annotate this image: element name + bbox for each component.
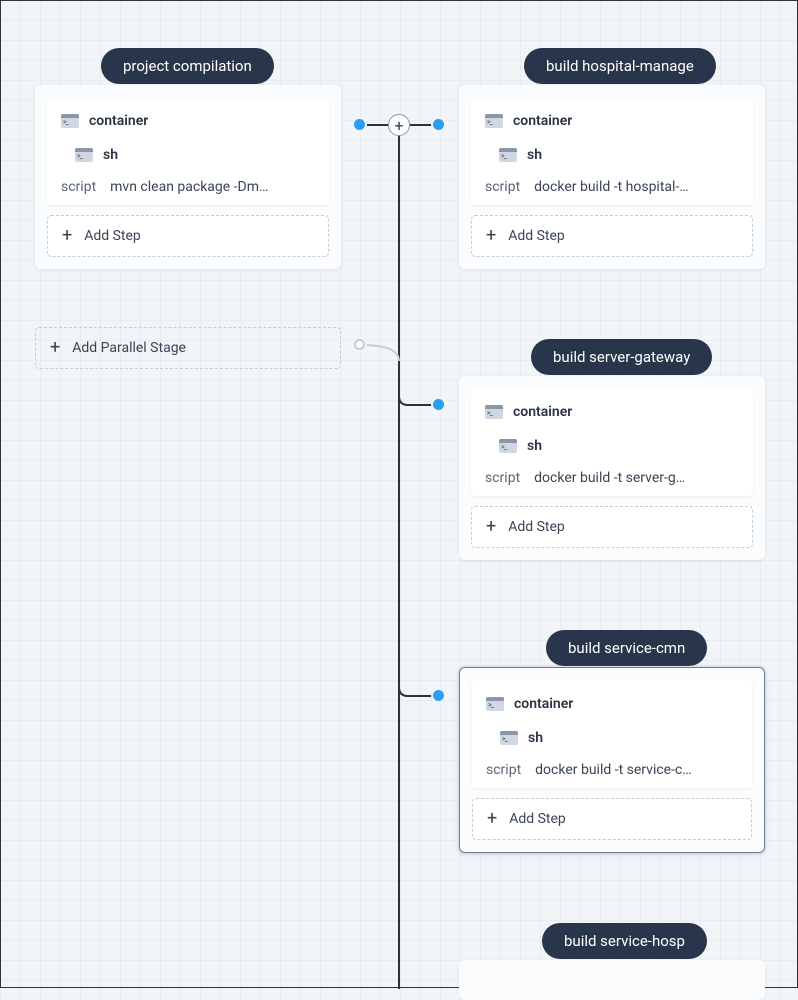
sh-label: sh (528, 730, 543, 746)
connector-dot-hollow (354, 339, 365, 350)
sh-row: sh (499, 438, 739, 454)
script-value: docker build -t service-c… (535, 762, 692, 778)
add-step-label: Add Step (84, 228, 141, 244)
script-line: script mvn clean package -Dm… (61, 179, 315, 195)
terminal-icon (486, 697, 504, 711)
script-line: script docker build -t server-g… (485, 470, 739, 486)
stage-pill-service-hosp[interactable]: build service-hosp (542, 923, 707, 959)
add-node-button[interactable]: + (388, 114, 410, 136)
connector-dot (433, 399, 444, 410)
container-row: container (485, 404, 739, 420)
container-row: container (486, 696, 738, 712)
stage-card-service-cmn[interactable]: container sh script docker build -t serv… (459, 667, 765, 853)
step-card[interactable]: container sh script docker build -t serv… (472, 680, 752, 788)
sh-label: sh (103, 147, 118, 163)
container-label: container (513, 404, 572, 420)
terminal-icon (485, 405, 503, 419)
add-parallel-label: Add Parallel Stage (72, 340, 186, 356)
connector-dot (354, 119, 365, 130)
stage-pill-server-gateway[interactable]: build server-gateway (531, 339, 712, 375)
add-parallel-stage-button[interactable]: + Add Parallel Stage (35, 327, 341, 369)
script-key: script (486, 762, 521, 778)
container-row: container (61, 113, 315, 129)
plus-icon: + (62, 229, 72, 243)
sh-label: sh (527, 438, 542, 454)
plus-icon: + (486, 229, 496, 243)
add-step-button[interactable]: + Add Step (471, 215, 753, 257)
add-step-label: Add Step (509, 811, 566, 827)
script-value: docker build -t hospital-… (534, 179, 689, 195)
script-value: mvn clean package -Dm… (110, 179, 268, 195)
stage-pill-service-cmn[interactable]: build service-cmn (546, 630, 707, 666)
add-step-button[interactable]: + Add Step (471, 506, 753, 548)
add-step-button[interactable]: + Add Step (472, 798, 752, 840)
connector-dot (433, 690, 444, 701)
add-step-label: Add Step (508, 228, 565, 244)
plus-icon: + (487, 812, 497, 826)
stage-pill-hospital-manage[interactable]: build hospital-manage (524, 48, 716, 84)
plus-icon: + (50, 341, 60, 355)
stage-card-project-compilation[interactable]: container sh script mvn clean package -D… (35, 85, 341, 269)
sh-row: sh (499, 147, 739, 163)
container-row: container (485, 113, 739, 129)
terminal-icon (485, 114, 503, 128)
script-value: docker build -t server-g… (534, 470, 685, 486)
terminal-icon (499, 439, 517, 453)
container-label: container (514, 696, 573, 712)
sh-label: sh (527, 147, 542, 163)
step-card[interactable]: container sh script mvn clean package -D… (47, 97, 329, 205)
terminal-icon (500, 731, 518, 745)
plus-icon: + (486, 520, 496, 534)
stage-card-hospital-manage[interactable]: container sh script docker build -t hosp… (459, 85, 765, 269)
connector-dot (433, 119, 444, 130)
step-card[interactable]: container sh script docker build -t hosp… (471, 97, 753, 205)
add-step-button[interactable]: + Add Step (47, 215, 329, 257)
sh-row: sh (75, 147, 315, 163)
script-key: script (485, 179, 520, 195)
container-label: container (89, 113, 148, 129)
terminal-icon (61, 114, 79, 128)
step-card[interactable]: container sh script docker build -t serv… (471, 388, 753, 496)
script-key: script (61, 179, 96, 195)
script-line: script docker build -t service-c… (486, 762, 738, 778)
terminal-icon (499, 148, 517, 162)
sh-row: sh (500, 730, 738, 746)
stage-card-service-hosp[interactable] (459, 960, 765, 1000)
stage-pill-project-compilation[interactable]: project compilation (101, 48, 274, 84)
container-label: container (513, 113, 572, 129)
pipeline-canvas[interactable]: + project compilation container sh scrip… (1, 1, 797, 987)
script-line: script docker build -t hospital-… (485, 179, 739, 195)
add-step-label: Add Step (508, 519, 565, 535)
script-key: script (485, 470, 520, 486)
terminal-icon (75, 148, 93, 162)
stage-card-server-gateway[interactable]: container sh script docker build -t serv… (459, 376, 765, 560)
